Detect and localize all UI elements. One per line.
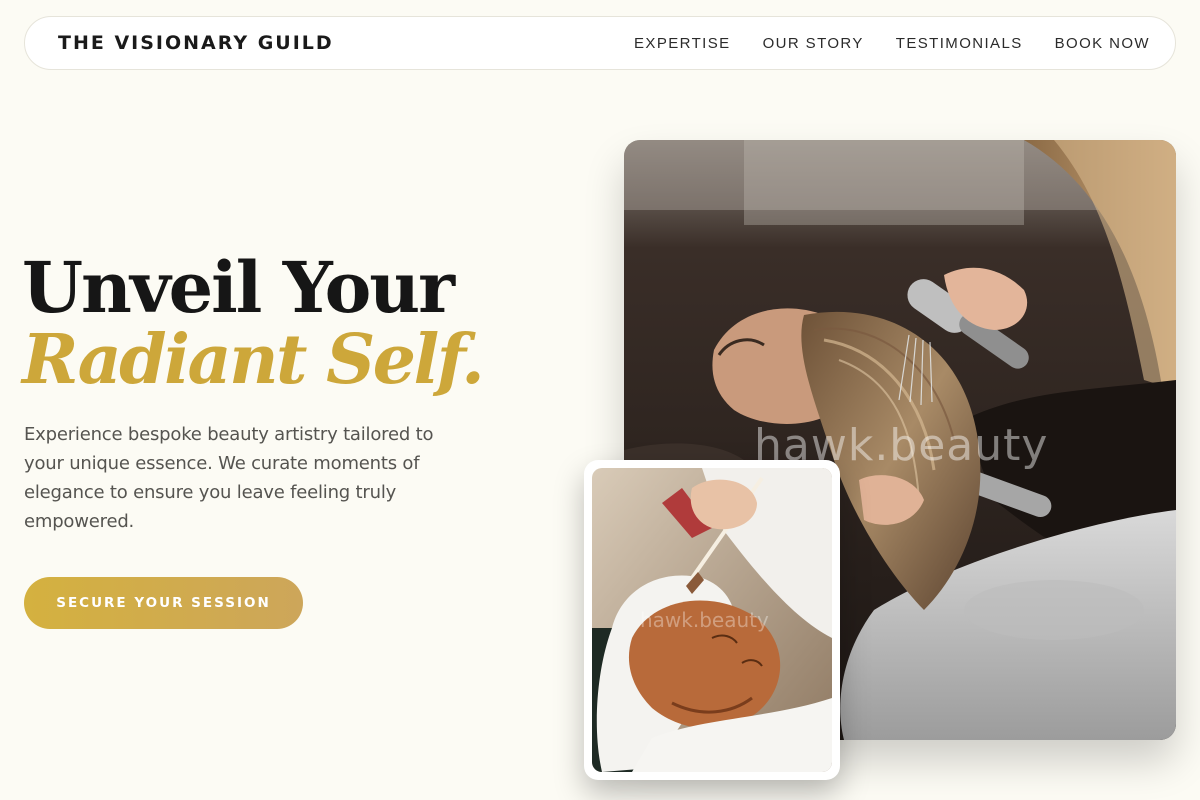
hero-title-line-2: Radiant Self.	[22, 320, 485, 400]
nav-link-book-now[interactable]: BOOK NOW	[1055, 35, 1150, 52]
nav-link-our-story[interactable]: OUR STORY	[763, 35, 864, 52]
inset-image-watermark: hawk.beauty	[640, 608, 769, 632]
hero-title-line-1: Unveil Your	[22, 246, 455, 329]
brand-logo-text[interactable]: THE VISIONARY GUILD	[58, 32, 334, 54]
nav-link-testimonials[interactable]: TESTIMONIALS	[896, 35, 1023, 52]
secure-session-button[interactable]: SECURE YOUR SESSION	[24, 577, 303, 629]
nav-links: EXPERTISE OUR STORY TESTIMONIALS BOOK NO…	[602, 35, 1150, 52]
hero-description: Experience bespoke beauty artistry tailo…	[24, 424, 434, 532]
page: THE VISIONARY GUILD EXPERTISE OUR STORY …	[0, 0, 1200, 800]
top-navbar: THE VISIONARY GUILD EXPERTISE OUR STORY …	[24, 16, 1176, 70]
inset-image-card: hawk.beauty	[584, 460, 840, 780]
nav-link-expertise[interactable]: EXPERTISE	[634, 35, 731, 52]
inset-facial-image: hawk.beauty	[592, 468, 832, 772]
hero-title: Unveil Your Radiant Self.	[22, 246, 542, 400]
